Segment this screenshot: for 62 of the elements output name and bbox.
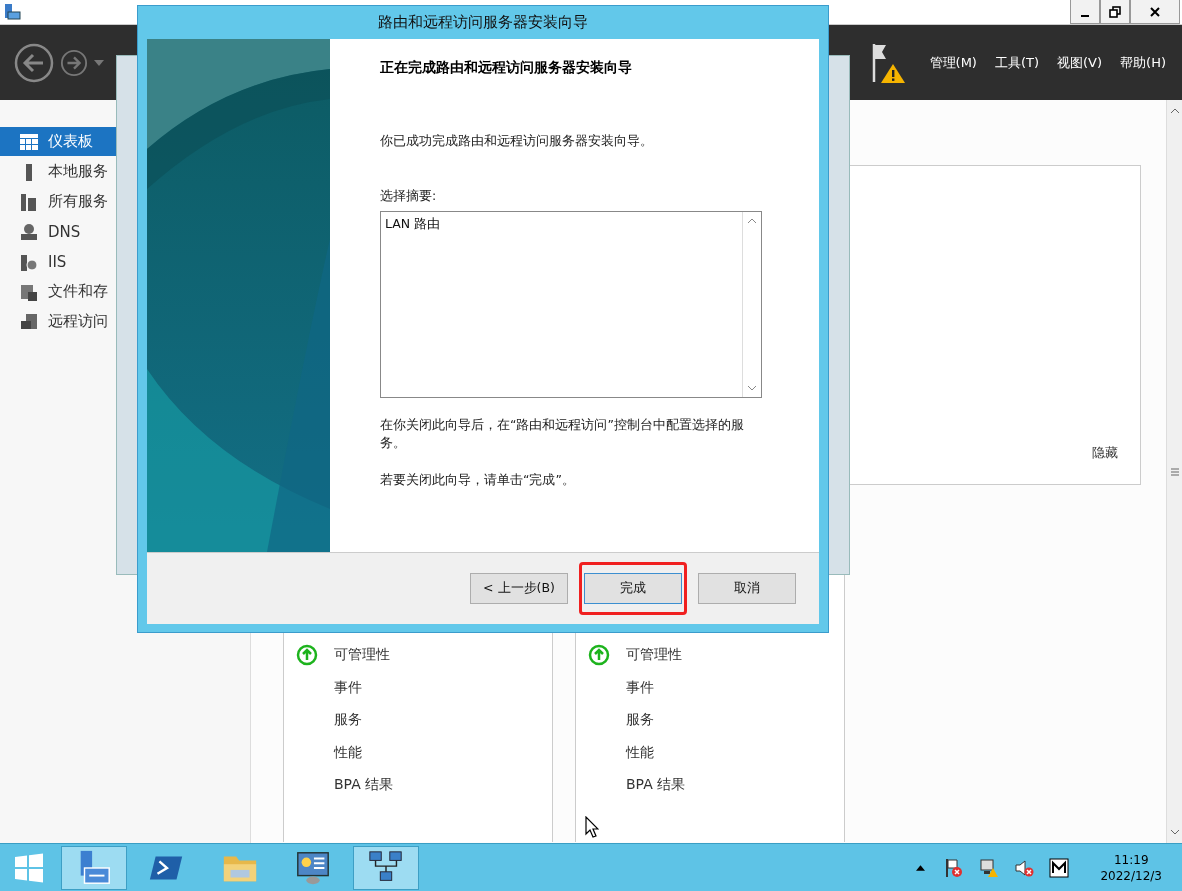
restore-icon: [1109, 5, 1121, 18]
tile-item[interactable]: 性能: [334, 743, 362, 762]
summary-listbox[interactable]: LAN 路由: [380, 211, 762, 398]
menu-item[interactable]: 管理(M): [923, 53, 983, 72]
scroll-up-icon[interactable]: [747, 218, 757, 224]
tile-item[interactable]: BPA 结果: [334, 776, 394, 795]
dialog-button[interactable]: < 上一步(B): [470, 573, 568, 604]
scroll-down-icon[interactable]: [1169, 829, 1180, 835]
flag-error-icon[interactable]: [944, 857, 965, 878]
mouse-cursor-icon: [585, 816, 599, 838]
tile-item[interactable]: 服务: [626, 711, 654, 730]
menu-item[interactable]: 视图(V): [1051, 53, 1109, 72]
tile-item[interactable]: 事件: [334, 678, 362, 697]
tile-item[interactable]: 可管理性: [626, 646, 682, 665]
sidebar-label: 本地服务: [48, 162, 108, 181]
speaker-muted-icon[interactable]: [1014, 857, 1035, 878]
dropdown-caret-icon[interactable]: [94, 59, 104, 66]
input-method-icon[interactable]: [1049, 857, 1070, 878]
restore-button[interactable]: [1100, 0, 1130, 24]
sidebar-label: 远程访问: [48, 312, 108, 331]
minimize-button[interactable]: [1070, 0, 1100, 24]
sidebar-label: 所有服务: [48, 192, 108, 211]
tray-expand-icon[interactable]: [916, 864, 926, 871]
network-warning-icon[interactable]: [979, 857, 1000, 878]
app-icon: [3, 3, 21, 21]
menu-item[interactable]: 工具(T): [988, 53, 1046, 72]
server-icon: [20, 192, 38, 211]
hide-link[interactable]: 隐藏: [1092, 444, 1118, 462]
wizard-heading: 正在完成路由和远程访问服务器安装向导: [380, 59, 633, 77]
forward-icon[interactable]: [60, 48, 88, 77]
tile-item[interactable]: BPA 结果: [626, 776, 686, 795]
scroll-down-icon[interactable]: [747, 385, 757, 391]
tile-item[interactable]: 服务: [334, 711, 362, 730]
sidebar-label: 文件和存: [48, 282, 108, 301]
close-button[interactable]: [1130, 0, 1180, 24]
dialog-button[interactable]: 完成: [584, 573, 682, 604]
close-icon: [1149, 5, 1161, 18]
network-computers-button[interactable]: [353, 845, 419, 890]
sidebar-label: DNS: [48, 222, 81, 241]
minimize-icon: [1081, 14, 1089, 17]
close-hint: 若要关闭此向导，请单击“完成”。: [380, 472, 576, 489]
summary-label: 选择摘要:: [380, 188, 438, 205]
sidebar-label: IIS: [48, 252, 67, 271]
wizard-note: 在你关闭此向导后，在“路由和远程访问”控制台中配置选择的服务。: [380, 416, 745, 452]
clock-date[interactable]: 2022/12/3: [1100, 867, 1162, 884]
tile-item[interactable]: 事件: [626, 678, 654, 697]
dialog-button[interactable]: 取消: [698, 573, 796, 604]
tile-item[interactable]: 可管理性: [334, 646, 390, 665]
clock-time[interactable]: 11:19: [1113, 851, 1149, 868]
summary-item: LAN 路由: [385, 216, 442, 233]
wizard-message: 你已成功完成路由和远程访问服务器安装向导。: [380, 133, 654, 150]
scroll-grip-icon[interactable]: [1170, 466, 1179, 477]
server-manager-button[interactable]: [61, 845, 127, 890]
tile-item[interactable]: 性能: [626, 743, 654, 762]
vertical-scrollbar[interactable]: [1166, 100, 1182, 843]
start-icon[interactable]: [14, 852, 44, 883]
grid-icon: [20, 132, 38, 151]
menu-item[interactable]: 帮助(H): [1114, 53, 1172, 72]
sidebar-label: 仪表板: [48, 132, 93, 151]
dialog-title: 路由和远程访问服务器安装向导: [377, 12, 589, 33]
back-icon[interactable]: [14, 42, 54, 83]
scroll-up-icon[interactable]: [1169, 108, 1180, 114]
